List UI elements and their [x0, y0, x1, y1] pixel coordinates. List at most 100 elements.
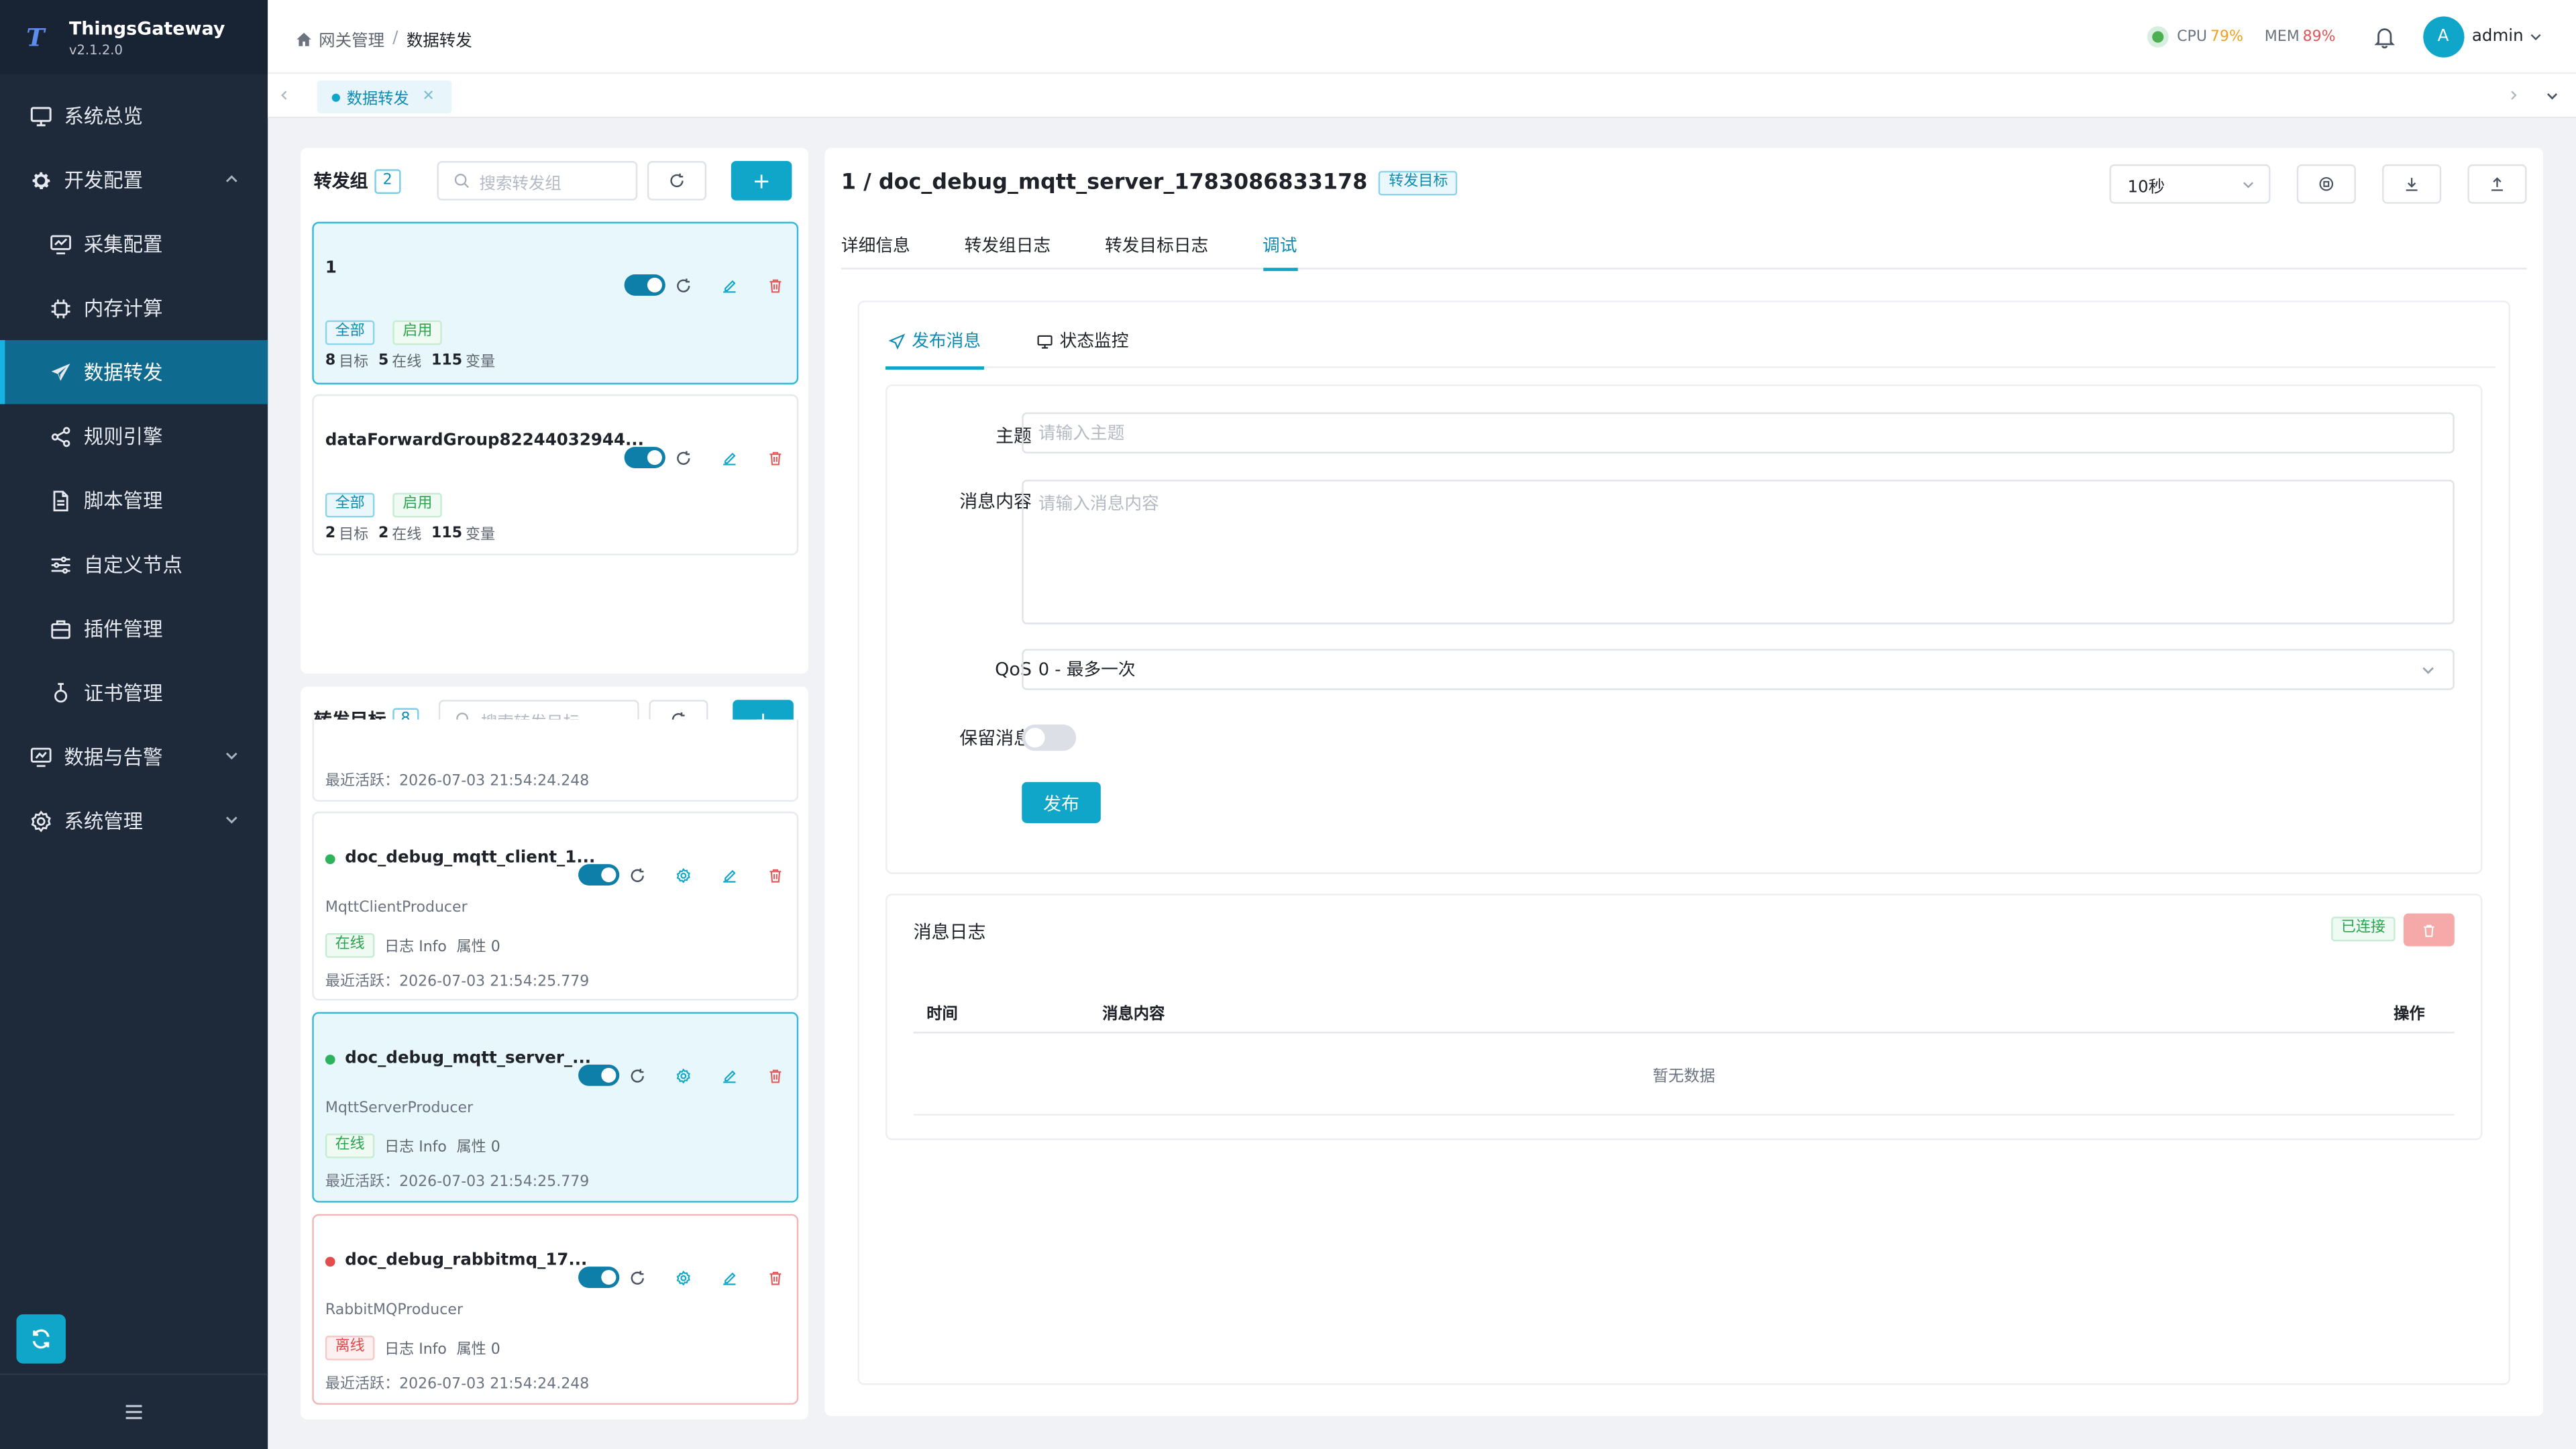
- stop-circle-icon: [2319, 177, 2334, 191]
- refresh-icon[interactable]: [676, 449, 692, 466]
- breadcrumb-separator: /: [392, 30, 398, 48]
- enable-toggle[interactable]: [624, 447, 665, 468]
- brand[interactable]: T ThingsGateway v2.1.2.0: [0, 0, 268, 74]
- group-tags: 全部 启用: [325, 311, 452, 345]
- sidebar-item-rule-engine[interactable]: 规则引擎: [0, 404, 268, 468]
- detail-toolbar: 10秒: [2109, 164, 2527, 204]
- delete-icon[interactable]: [767, 277, 784, 293]
- tab-group-log[interactable]: 转发组日志: [965, 230, 1051, 270]
- sidebar-item-data-alarm[interactable]: 数据与告警: [0, 724, 268, 789]
- user-name[interactable]: admin: [2472, 28, 2524, 46]
- chevron-left-icon[interactable]: [278, 89, 291, 102]
- tab-target-log[interactable]: 转发目标日志: [1105, 230, 1208, 270]
- column-actions: 操作: [2394, 1004, 2425, 1023]
- sync-button[interactable]: [16, 1314, 66, 1364]
- close-icon[interactable]: ✕: [422, 89, 434, 105]
- tab-publish[interactable]: 发布消息: [885, 315, 984, 369]
- tab-status-monitor[interactable]: 状态监控: [1033, 315, 1132, 367]
- brand-logo-icon: T: [26, 22, 45, 52]
- refresh-groups-button[interactable]: [647, 161, 706, 201]
- settings-icon[interactable]: [676, 1067, 692, 1083]
- delete-icon[interactable]: [767, 1269, 784, 1285]
- debug-card: 发布消息 状态监控 主题 请输入主题 消息内容 请输入消息内容 QoS 0 - …: [857, 301, 2511, 1385]
- group-search-input[interactable]: 搜索转发组: [436, 161, 637, 201]
- collapse-sidebar-button[interactable]: [0, 1373, 268, 1449]
- refresh-icon[interactable]: [629, 1269, 645, 1285]
- sidebar-item-certificate[interactable]: 证书管理: [0, 660, 268, 724]
- sidebar: T ThingsGateway v2.1.2.0 系统总览 开发配置 采集配置: [0, 0, 268, 1449]
- sidebar-item-script[interactable]: 脚本管理: [0, 468, 268, 533]
- breadcrumb: 网关管理 / 数据转发: [296, 26, 472, 51]
- retain-switch[interactable]: [1022, 724, 1077, 751]
- publish-button[interactable]: 发布: [1022, 782, 1101, 823]
- breadcrumb-root[interactable]: 网关管理: [319, 26, 384, 51]
- settings-icon: [31, 810, 51, 832]
- last-active: 最近活跃：2026-07-03 21:54:24.248: [325, 773, 590, 790]
- page-tab-data-forward[interactable]: 数据转发 ✕: [317, 80, 451, 113]
- upload-button[interactable]: [2467, 164, 2527, 204]
- bell-icon[interactable]: [2372, 25, 2397, 50]
- chevron-down-icon[interactable]: [2528, 30, 2543, 44]
- target-card[interactable]: doc_debug_rabbitmq_17... RabbitMQProduce…: [312, 1214, 799, 1405]
- clear-log-button[interactable]: [2403, 913, 2455, 947]
- sync-icon: [32, 1329, 50, 1349]
- stop-refresh-button[interactable]: [2296, 164, 2356, 204]
- target-card[interactable]: doc_debug_mqtt_server_... MqttServerProd…: [312, 1012, 799, 1203]
- sidebar-item-memory-compute[interactable]: 内存计算: [0, 276, 268, 340]
- edit-icon[interactable]: [721, 867, 737, 883]
- edit-icon[interactable]: [721, 277, 737, 293]
- settings-icon[interactable]: [676, 867, 692, 883]
- group-card[interactable]: dataForwardGroup82244032944... 全部 启用 2 目标…: [312, 394, 799, 555]
- settings-icon[interactable]: [676, 1269, 692, 1285]
- edit-icon[interactable]: [721, 1269, 737, 1285]
- enable-toggle[interactable]: [624, 274, 665, 296]
- qos-select[interactable]: 0 - 最多一次: [1022, 649, 2455, 690]
- sidebar-item-overview[interactable]: 系统总览: [0, 84, 268, 148]
- target-card[interactable]: doc_debug_mqtt_client_1... MqttClientPro…: [312, 811, 799, 1001]
- refresh-icon[interactable]: [629, 1067, 645, 1083]
- plugin-icon: [51, 619, 70, 638]
- target-card[interactable]: 最近活跃：2026-07-03 21:54:24.248: [312, 719, 799, 802]
- edit-icon[interactable]: [721, 1067, 737, 1083]
- delete-icon[interactable]: [767, 449, 784, 466]
- content-textarea[interactable]: 请输入消息内容: [1022, 480, 2455, 625]
- tab-debug[interactable]: 调试: [1263, 230, 1297, 272]
- chevron-down-icon[interactable]: [2545, 89, 2560, 103]
- refresh-icon[interactable]: [629, 867, 645, 883]
- sidebar-item-custom-node[interactable]: 自定义节点: [0, 532, 268, 596]
- enable-toggle[interactable]: [578, 1064, 620, 1086]
- sidebar-item-system[interactable]: 系统管理: [0, 789, 268, 853]
- sidebar-item-label: 开发配置: [64, 169, 144, 193]
- enable-toggle[interactable]: [578, 1267, 620, 1289]
- refresh-icon[interactable]: [676, 277, 692, 293]
- enable-toggle[interactable]: [578, 864, 620, 886]
- avatar[interactable]: A: [2422, 16, 2464, 58]
- sidebar-menu: 系统总览 开发配置 采集配置 内存计算 数据转发 规则引擎 脚本管理 自定义节点…: [0, 74, 268, 853]
- page-tab-label: 数据转发: [346, 90, 409, 109]
- tab-details[interactable]: 详细信息: [841, 230, 910, 270]
- health-indicator: [2147, 26, 2169, 48]
- chevron-down-icon: [225, 752, 237, 760]
- state-tag: 启用: [392, 492, 443, 518]
- mem-value: 89%: [2302, 28, 2336, 46]
- delete-icon[interactable]: [767, 1067, 784, 1083]
- refresh-interval-select[interactable]: 10秒: [2109, 164, 2271, 204]
- plus-icon: [754, 174, 768, 188]
- upload-icon: [2491, 177, 2503, 191]
- chevron-right-icon[interactable]: [2507, 89, 2520, 102]
- group-card[interactable]: 1 全部 启用 8 目标 5 在线 115 变量: [312, 221, 799, 385]
- topic-input[interactable]: 请输入主题: [1022, 412, 2455, 453]
- delete-icon[interactable]: [767, 867, 784, 883]
- sidebar-item-dev-config[interactable]: 开发配置: [0, 148, 268, 212]
- download-button[interactable]: [2382, 164, 2442, 204]
- sidebar-item-data-forward[interactable]: 数据转发: [0, 339, 268, 405]
- group-name: dataForwardGroup82244032944...: [325, 432, 644, 451]
- group-stats: 8 目标 5 在线 115 变量: [325, 352, 496, 372]
- sidebar-item-collect[interactable]: 采集配置: [0, 212, 268, 276]
- add-group-button[interactable]: [731, 161, 792, 201]
- sidebar-item-plugin[interactable]: 插件管理: [0, 596, 268, 661]
- edit-icon[interactable]: [721, 449, 737, 466]
- target-card-actions: [578, 864, 784, 886]
- qos-value: 0 - 最多一次: [1038, 660, 1136, 680]
- collect-icon: [50, 234, 71, 254]
